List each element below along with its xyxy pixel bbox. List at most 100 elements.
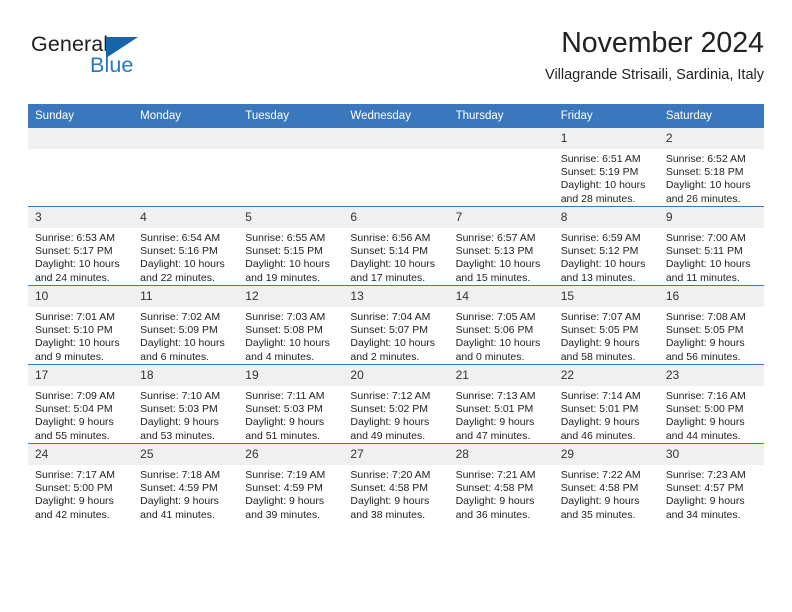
logo-text-blue: Blue	[90, 53, 134, 77]
calendar-week-row: 3 Sunrise: 6:53 AM Sunset: 5:17 PM Daylight…	[28, 206, 764, 286]
sunset-text: Sunset: 5:10 PM	[35, 324, 113, 337]
daylight-text: Daylight: 10 hours and 9 minutes.	[35, 337, 120, 363]
page-subtitle: Villagrande Strisaili, Sardinia, Italy	[545, 67, 764, 83]
calendar-day-cell[interactable]: 18 Sunrise: 7:10 AM Sunset: 5:03 PM Dayligh…	[133, 364, 239, 444]
sunset-text: Sunset: 5:01 PM	[455, 403, 534, 416]
sunrise-text: Sunrise: 7:10 AM	[140, 390, 221, 402]
sunset-text: Sunset: 5:19 PM	[560, 166, 639, 179]
sunset-text: Sunset: 5:11 PM	[665, 245, 743, 258]
calendar-day-cell[interactable]: 6 Sunrise: 6:56 AM Sunset: 5:14 PM Daylight…	[343, 206, 449, 286]
weekday-header-saturday: Saturday	[658, 104, 764, 128]
calendar-day-cell[interactable]: 14 Sunrise: 7:05 AM Sunset: 5:06 PM Dayligh…	[448, 285, 554, 365]
calendar-day-cell[interactable]: 23 Sunrise: 7:16 AM Sunset: 5:00 PM Dayligh…	[658, 364, 764, 444]
sunrise-text: Sunrise: 6:51 AM	[560, 153, 641, 165]
calendar-day-cell[interactable]: 25 Sunrise: 7:18 AM Sunset: 4:59 PM Dayligh…	[133, 443, 239, 522]
sunset-text: Sunset: 4:59 PM	[140, 482, 218, 495]
daylight-text: Daylight: 9 hours and 56 minutes.	[665, 337, 745, 363]
sunset-text: Sunset: 5:01 PM	[560, 403, 639, 416]
sunrise-text: Sunrise: 7:16 AM	[665, 390, 746, 402]
sunset-text: Sunset: 5:12 PM	[560, 245, 639, 258]
calendar-day-cell[interactable]: 24 Sunrise: 7:17 AM Sunset: 5:00 PM Dayligh…	[28, 443, 134, 522]
sunrise-text: Sunrise: 7:09 AM	[35, 390, 115, 402]
day-details: Sunrise: 7:14 AM Sunset: 5:01 PM Daylight:…	[554, 386, 659, 443]
sunrise-text: Sunrise: 6:53 AM	[35, 232, 115, 244]
sunrise-text: Sunrise: 7:12 AM	[350, 390, 431, 402]
sunset-text: Sunset: 5:05 PM	[560, 324, 639, 337]
daylight-text: Daylight: 9 hours and 49 minutes.	[350, 416, 430, 442]
day-number: 1	[553, 128, 659, 149]
sunset-text: Sunset: 5:14 PM	[350, 245, 429, 258]
sunset-text: Sunset: 5:18 PM	[665, 166, 744, 179]
calendar-day-cell[interactable]: 8 Sunrise: 6:59 AM Sunset: 5:12 PM Daylight…	[553, 206, 659, 286]
title-block: November 2024 Villagrande Strisaili, Sar…	[545, 26, 764, 84]
calendar-day-cell[interactable]: 29 Sunrise: 7:22 AM Sunset: 4:58 PM Dayligh…	[553, 443, 659, 522]
calendar-day-cell[interactable]: 11 Sunrise: 7:02 AM Sunset: 5:09 PM Dayligh…	[133, 285, 239, 365]
calendar-day-cell[interactable]: 19 Sunrise: 7:11 AM Sunset: 5:03 PM Dayligh…	[238, 364, 344, 444]
day-number: 13	[343, 286, 449, 307]
calendar-day-cell[interactable]: 10 Sunrise: 7:01 AM Sunset: 5:10 PM Dayligh…	[28, 285, 134, 365]
calendar-day-cell[interactable]: 16 Sunrise: 7:08 AM Sunset: 5:05 PM Dayligh…	[658, 285, 764, 365]
calendar-week-row: 10 Sunrise: 7:01 AM Sunset: 5:10 PM Dayligh…	[28, 285, 764, 365]
daylight-text: Daylight: 10 hours and 11 minutes.	[665, 258, 751, 284]
calendar-day-cell[interactable]: 15 Sunrise: 7:07 AM Sunset: 5:05 PM Dayligh…	[553, 285, 659, 365]
calendar-day-cell[interactable]: 5 Sunrise: 6:55 AM Sunset: 5:15 PM Daylight…	[238, 206, 344, 286]
calendar-day-cell[interactable]: 7 Sunrise: 6:57 AM Sunset: 5:13 PM Daylight…	[448, 206, 554, 286]
calendar-day-cell[interactable]: 12 Sunrise: 7:03 AM Sunset: 5:08 PM Dayligh…	[238, 285, 344, 365]
day-details: Sunrise: 7:07 AM Sunset: 5:05 PM Daylight:…	[554, 307, 659, 364]
daylight-text: Daylight: 10 hours and 26 minutes.	[665, 179, 751, 205]
sunrise-text: Sunrise: 7:21 AM	[455, 469, 536, 481]
day-details: Sunrise: 7:23 AM Sunset: 4:57 PM Daylight:…	[659, 465, 764, 522]
day-details: Sunrise: 7:04 AM Sunset: 5:07 PM Daylight:…	[343, 307, 448, 364]
daylight-text: Daylight: 10 hours and 4 minutes.	[245, 337, 330, 363]
day-details: Sunrise: 6:51 AM Sunset: 5:19 PM Daylight:…	[554, 149, 659, 206]
sunset-text: Sunset: 5:03 PM	[245, 403, 323, 416]
calendar-day-cell[interactable]: 3 Sunrise: 6:53 AM Sunset: 5:17 PM Daylight…	[28, 206, 134, 286]
day-number: 28	[448, 444, 554, 465]
calendar-day-cell[interactable]: 20 Sunrise: 7:12 AM Sunset: 5:02 PM Dayligh…	[343, 364, 449, 444]
day-number: 18	[133, 365, 239, 386]
daylight-text: Daylight: 10 hours and 0 minutes.	[455, 337, 541, 363]
calendar-day-cell[interactable]: 17 Sunrise: 7:09 AM Sunset: 5:04 PM Dayligh…	[28, 364, 134, 444]
daylight-text: Daylight: 9 hours and 42 minutes.	[35, 495, 114, 521]
sunrise-text: Sunrise: 7:04 AM	[350, 311, 431, 323]
sunset-text: Sunset: 5:03 PM	[140, 403, 218, 416]
day-number	[238, 128, 344, 149]
sunset-text: Sunset: 5:05 PM	[665, 324, 744, 337]
calendar-day-cell[interactable]: 9 Sunrise: 7:00 AM Sunset: 5:11 PM Daylight…	[658, 206, 764, 286]
sunrise-text: Sunrise: 6:59 AM	[560, 232, 641, 244]
general-blue-logo[interactable]: General Blue	[28, 32, 158, 84]
day-number: 9	[658, 207, 764, 228]
sunset-text: Sunset: 5:15 PM	[245, 245, 323, 258]
day-number: 10	[28, 286, 134, 307]
daylight-text: Daylight: 10 hours and 19 minutes.	[245, 258, 330, 284]
weekday-header-thursday: Thursday	[448, 104, 554, 128]
day-details: Sunrise: 7:09 AM Sunset: 5:04 PM Daylight:…	[28, 386, 133, 443]
calendar-day-cell[interactable]: 21 Sunrise: 7:13 AM Sunset: 5:01 PM Dayligh…	[448, 364, 554, 444]
calendar-day-cell[interactable]: 22 Sunrise: 7:14 AM Sunset: 5:01 PM Dayligh…	[553, 364, 659, 444]
sunset-text: Sunset: 5:00 PM	[665, 403, 744, 416]
calendar-day-cell[interactable]: 26 Sunrise: 7:19 AM Sunset: 4:59 PM Dayligh…	[238, 443, 344, 522]
day-number	[28, 128, 134, 149]
calendar-header-row: Sunday Monday Tuesday Wednesday Thursday…	[28, 104, 764, 128]
calendar-day-cell[interactable]: 30 Sunrise: 7:23 AM Sunset: 4:57 PM Dayligh…	[658, 443, 764, 522]
day-details: Sunrise: 7:19 AM Sunset: 4:59 PM Daylight:…	[238, 465, 343, 522]
day-details: Sunrise: 6:52 AM Sunset: 5:18 PM Daylight:…	[659, 149, 764, 206]
day-details: Sunrise: 7:20 AM Sunset: 4:58 PM Daylight:…	[343, 465, 448, 522]
daylight-text: Daylight: 9 hours and 39 minutes.	[245, 495, 325, 521]
day-number: 22	[553, 365, 659, 386]
sunrise-text: Sunrise: 7:11 AM	[245, 390, 325, 402]
day-details: Sunrise: 7:11 AM Sunset: 5:03 PM Daylight:…	[238, 386, 343, 443]
calendar-day-cell[interactable]: 28 Sunrise: 7:21 AM Sunset: 4:58 PM Dayligh…	[448, 443, 554, 522]
day-number: 8	[553, 207, 659, 228]
calendar-week-row: 17 Sunrise: 7:09 AM Sunset: 5:04 PM Dayligh…	[28, 364, 764, 444]
calendar-day-cell[interactable]: 4 Sunrise: 6:54 AM Sunset: 5:16 PM Daylight…	[133, 206, 239, 286]
day-details: Sunrise: 7:00 AM Sunset: 5:11 PM Daylight:…	[659, 228, 764, 285]
calendar-day-cell[interactable]: 1 Sunrise: 6:51 AM Sunset: 5:19 PM Daylight…	[553, 128, 659, 207]
calendar-day-cell[interactable]: 13 Sunrise: 7:04 AM Sunset: 5:07 PM Dayligh…	[343, 285, 449, 365]
calendar-cell-empty	[343, 128, 449, 207]
day-details: Sunrise: 7:03 AM Sunset: 5:08 PM Daylight:…	[238, 307, 343, 364]
daylight-text: Daylight: 9 hours and 38 minutes.	[350, 495, 430, 521]
calendar-day-cell[interactable]: 2 Sunrise: 6:52 AM Sunset: 5:18 PM Daylight…	[658, 128, 764, 207]
calendar-day-cell[interactable]: 27 Sunrise: 7:20 AM Sunset: 4:58 PM Dayligh…	[343, 443, 449, 522]
daylight-text: Daylight: 10 hours and 13 minutes.	[560, 258, 646, 284]
